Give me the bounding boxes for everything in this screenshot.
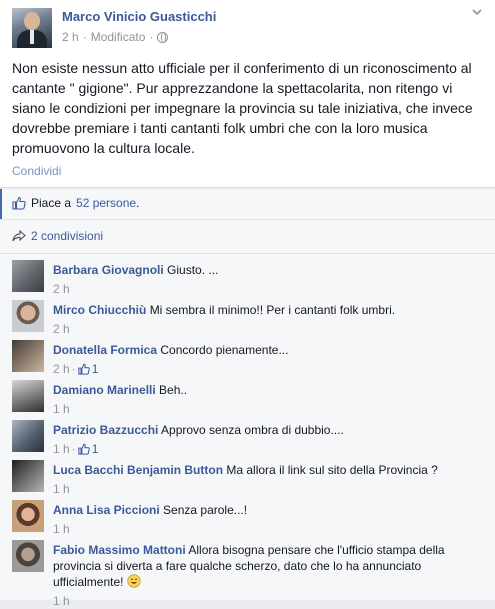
- post-edited-label[interactable]: Modificato: [91, 30, 146, 44]
- comment-time[interactable]: 1 h: [53, 481, 70, 497]
- comment-like-count[interactable]: 1: [78, 361, 99, 377]
- shares-bar: 2 condivisioni: [0, 219, 495, 253]
- likes-suffix: .: [136, 196, 140, 210]
- shares-count-link[interactable]: 2 condivisioni: [31, 229, 103, 243]
- commenter-avatar[interactable]: [12, 500, 44, 532]
- commenter-name[interactable]: Fabio Massimo Mattoni: [53, 543, 186, 557]
- commenter-avatar[interactable]: [12, 420, 44, 452]
- share-arrow-icon: [12, 230, 26, 242]
- commenter-name[interactable]: Mirco Chiucchiù: [53, 303, 146, 317]
- comment-time[interactable]: 1 h: [53, 521, 70, 537]
- comment-like-number: 1: [91, 362, 99, 376]
- commenter-avatar[interactable]: [12, 380, 44, 412]
- comment-text: Senza parole...!: [163, 503, 248, 517]
- post-card: Marco Vinicio Guasticchi 2 h · Modificat…: [0, 0, 495, 188]
- comment-time[interactable]: 2 h: [53, 281, 70, 297]
- share-button[interactable]: Condividi: [12, 164, 61, 178]
- likes-bar: Piace a 52 persone.: [0, 189, 495, 219]
- smile-emoji-icon: [127, 574, 141, 588]
- meta-separator: ·: [71, 362, 76, 376]
- meta-separator: ·: [149, 30, 154, 44]
- comments-list: Barbara Giovagnoli Giusto. ... 2 h Mirco…: [0, 253, 495, 608]
- post-author-name[interactable]: Marco Vinicio Guasticchi: [62, 9, 216, 24]
- commenter-name[interactable]: Anna Lisa Piccioni: [53, 503, 160, 517]
- comment-text: Ma allora il link sul sito della Provinc…: [226, 463, 438, 477]
- commenter-name[interactable]: Damiano Marinelli: [53, 383, 156, 397]
- comment-text: Mi sembra il minimo!! Per i cantanti fol…: [149, 303, 396, 317]
- likes-people-link[interactable]: 52 persone: [76, 196, 136, 210]
- commenter-avatar[interactable]: [12, 460, 44, 492]
- commenter-avatar[interactable]: [12, 300, 44, 332]
- comment-time[interactable]: 1 h: [53, 593, 70, 609]
- meta-separator: ·: [82, 30, 87, 44]
- commenter-name[interactable]: Luca Bacchi Benjamin Button: [53, 463, 223, 477]
- author-avatar[interactable]: [12, 8, 52, 48]
- comment-time[interactable]: 2 h: [53, 321, 70, 337]
- chevron-down-icon[interactable]: [471, 6, 483, 18]
- comment-time[interactable]: 2 h: [53, 361, 70, 377]
- comment-time[interactable]: 1 h: [53, 401, 70, 417]
- comment-text: Approvo senza ombra di dubbio....: [161, 423, 344, 437]
- comment-like-number: 1: [91, 442, 99, 456]
- post-time[interactable]: 2 h: [62, 30, 79, 44]
- thumbs-up-icon: [12, 196, 26, 210]
- commenter-avatar[interactable]: [12, 540, 44, 572]
- commenter-avatar[interactable]: [12, 260, 44, 292]
- likes-prefix: Piace a: [31, 196, 72, 210]
- commenter-name[interactable]: Barbara Giovagnoli: [53, 263, 164, 277]
- globe-icon[interactable]: [157, 31, 169, 43]
- thumbs-up-icon: [78, 443, 90, 455]
- commenter-avatar[interactable]: [12, 340, 44, 372]
- post-text: Non esiste nessun atto ufficiale per il …: [12, 60, 473, 156]
- commenter-name[interactable]: Donatella Formica: [53, 343, 157, 357]
- comment-like-count[interactable]: 1: [78, 441, 99, 457]
- meta-separator: ·: [71, 442, 76, 456]
- post-meta: 2 h · Modificato ·: [62, 30, 169, 44]
- commenter-name[interactable]: Patrizio Bazzucchi: [53, 423, 158, 437]
- comment-time[interactable]: 1 h: [53, 441, 70, 457]
- comment-text: Concordo pienamente...: [160, 343, 289, 357]
- comment-text: Giusto. ...: [167, 263, 219, 277]
- comment-text: Beh..: [159, 383, 188, 397]
- thumbs-up-icon: [78, 363, 90, 375]
